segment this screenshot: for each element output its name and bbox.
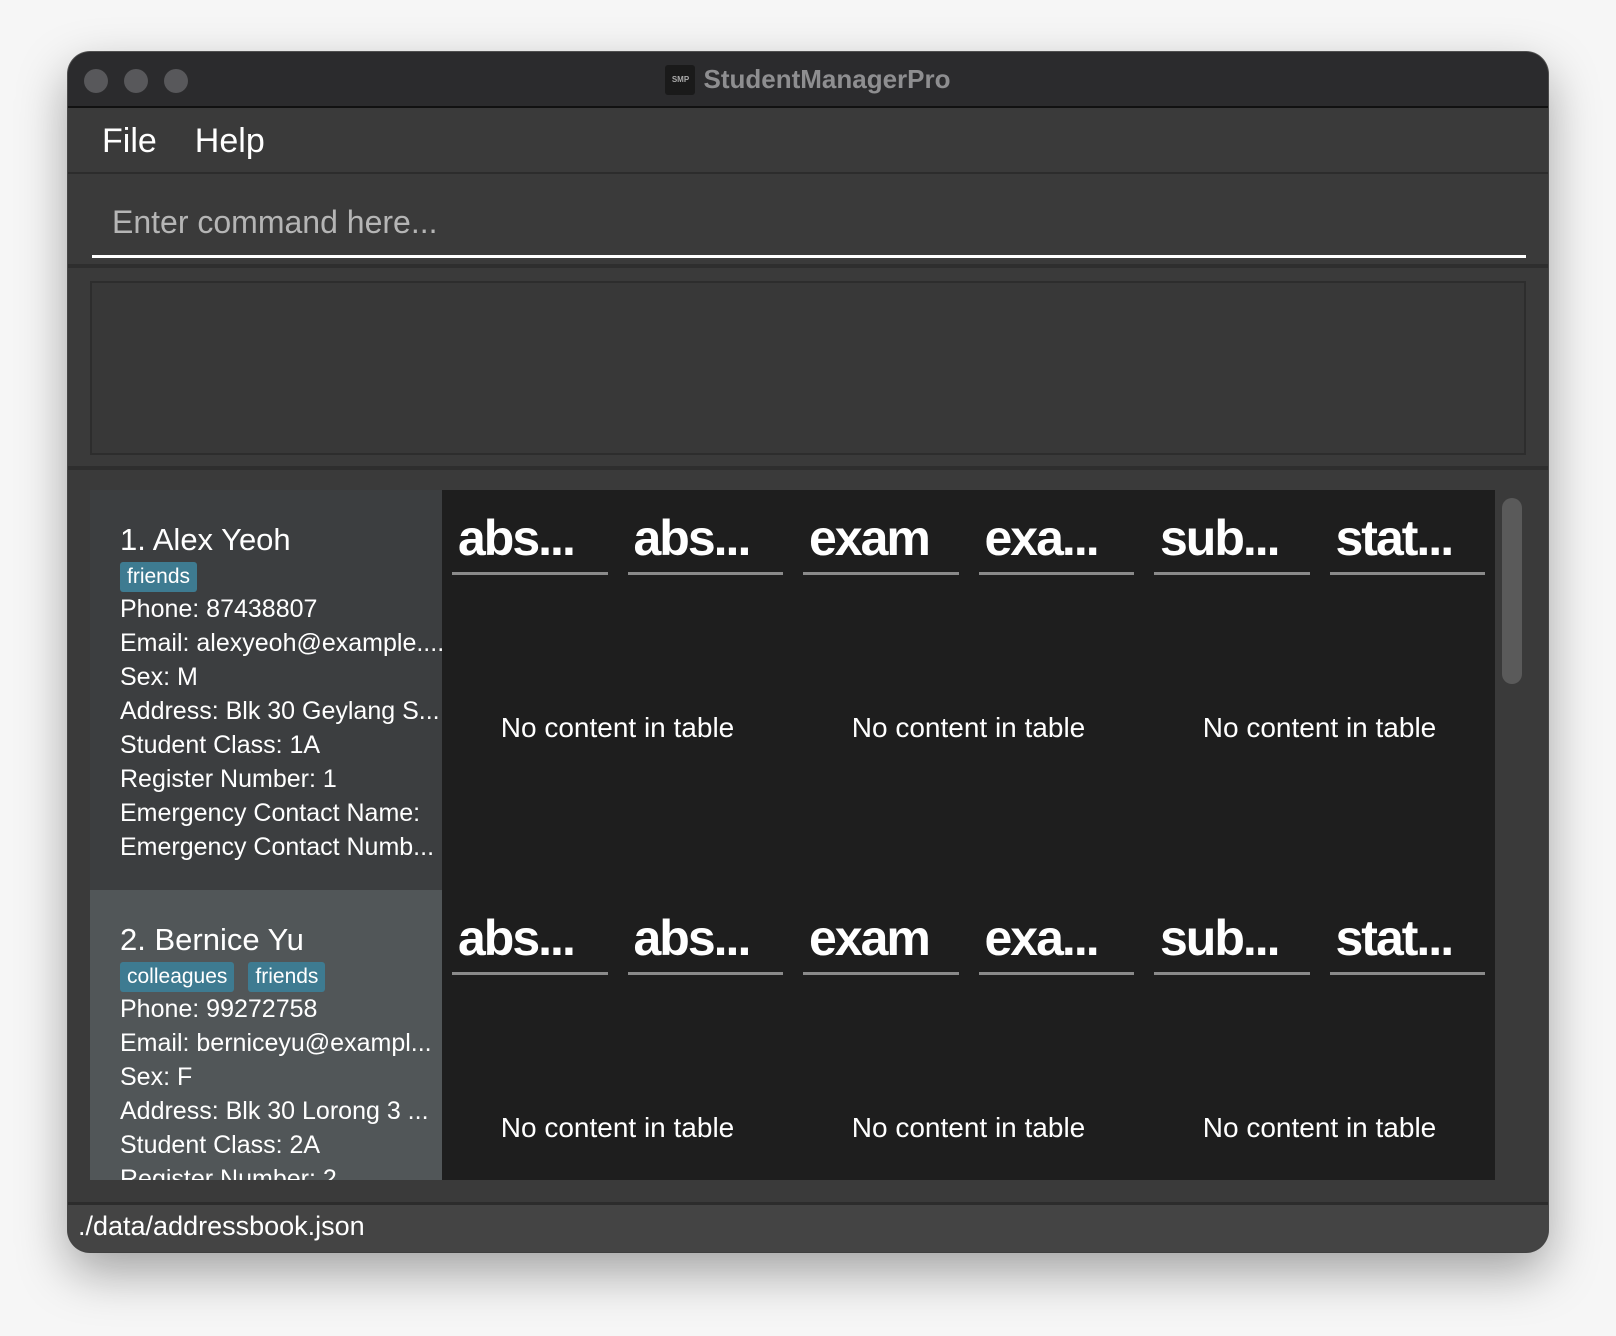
record-table: abs... abs... No content in table <box>442 890 793 1180</box>
record-table: exam exa... No content in table <box>793 890 1144 1180</box>
student-field: Phone: 87438807 <box>120 595 318 623</box>
window-title: SMP StudentManagerPro <box>68 64 1548 95</box>
student-card[interactable]: 1. Alex Yeoh friends Phone: 87438807 Email… <box>90 490 442 890</box>
command-box <box>68 176 1548 268</box>
title-bar: SMP StudentManagerPro <box>68 52 1548 108</box>
record-table: exam exa... No content in table <box>793 490 1144 890</box>
empty-table-text: No content in table <box>500 1112 735 1143</box>
tag-list: colleagues friends <box>120 962 442 992</box>
record-table: sub... stat... No content in table <box>1144 490 1495 890</box>
student-name: 2. Bernice Yu <box>120 922 304 957</box>
student-list: 1. Alex Yeoh friends Phone: 87438807 Email… <box>90 490 1495 1180</box>
table-column-header[interactable]: exa... <box>978 502 1134 575</box>
student-field: Sex: M <box>120 663 198 691</box>
student-tables: abs... abs... No content in table exam exa..… <box>442 890 1495 1180</box>
table-column-header[interactable]: abs... <box>452 502 608 575</box>
student-field: Sex: F <box>120 1063 193 1091</box>
record-table: sub... stat... No content in table <box>1144 890 1495 1180</box>
table-column-header[interactable]: exa... <box>978 902 1134 975</box>
student-field: Register Number: 2 <box>120 1165 337 1180</box>
student-card[interactable]: 2. Bernice Yu colleagues friends Phone: 99… <box>90 890 442 1180</box>
table-column-header[interactable]: abs... <box>627 502 783 575</box>
student-field: Address: Blk 30 Geylang S... <box>120 697 440 725</box>
table-column-header[interactable]: stat... <box>1329 902 1485 975</box>
tag-list: friends <box>120 562 442 592</box>
menu-help[interactable]: Help <box>195 122 265 161</box>
student-field: Register Number: 1 <box>120 765 337 793</box>
menu-file[interactable]: File <box>102 122 157 161</box>
student-row[interactable]: 2. Bernice Yu colleagues friends Phone: 99… <box>90 890 1495 1180</box>
app-logo-icon: SMP <box>665 64 696 95</box>
table-column-header[interactable]: sub... <box>1154 502 1310 575</box>
result-display <box>90 281 1526 455</box>
table-column-header[interactable]: sub... <box>1154 902 1310 975</box>
table-column-header[interactable]: exam <box>803 502 959 575</box>
student-tables: abs... abs... No content in table exam exa..… <box>442 490 1495 890</box>
student-name: 1. Alex Yeoh <box>120 522 291 557</box>
scrollbar[interactable] <box>1502 498 1522 684</box>
command-input[interactable] <box>92 190 1526 258</box>
record-table: abs... abs... No content in table <box>442 490 793 890</box>
student-row[interactable]: 1. Alex Yeoh friends Phone: 87438807 Email… <box>90 490 1495 890</box>
student-field: Email: alexyeoh@example.... <box>120 629 442 657</box>
app-window: SMP StudentManagerPro File Help 1. Alex … <box>68 52 1548 1252</box>
student-field: Phone: 99272758 <box>120 995 318 1023</box>
empty-table-text: No content in table <box>851 712 1086 743</box>
empty-table-text: No content in table <box>1202 1112 1437 1143</box>
student-field: Emergency Contact Name: <box>120 799 421 827</box>
window-title-text: StudentManagerPro <box>703 64 951 94</box>
table-column-header[interactable]: stat... <box>1329 502 1485 575</box>
empty-table-text: No content in table <box>1202 712 1437 743</box>
table-column-header[interactable]: exam <box>803 902 959 975</box>
student-field: Address: Blk 30 Lorong 3 ... <box>120 1097 429 1125</box>
student-field: Student Class: 1A <box>120 731 321 759</box>
tag-badge: colleagues <box>120 962 235 992</box>
empty-table-text: No content in table <box>500 712 735 743</box>
divider <box>68 466 1548 470</box>
menu-bar: File Help <box>68 110 1548 174</box>
empty-table-text: No content in table <box>851 1112 1086 1143</box>
student-field: Student Class: 2A <box>120 1131 321 1159</box>
tag-badge: friends <box>120 562 198 592</box>
tag-badge: friends <box>248 962 326 992</box>
table-column-header[interactable]: abs... <box>627 902 783 975</box>
table-column-header[interactable]: abs... <box>452 902 608 975</box>
student-field: Emergency Contact Numb... <box>120 833 435 861</box>
student-field: Email: berniceyu@exampl... <box>120 1029 432 1057</box>
status-bar: ./data/addressbook.json <box>68 1202 1548 1252</box>
